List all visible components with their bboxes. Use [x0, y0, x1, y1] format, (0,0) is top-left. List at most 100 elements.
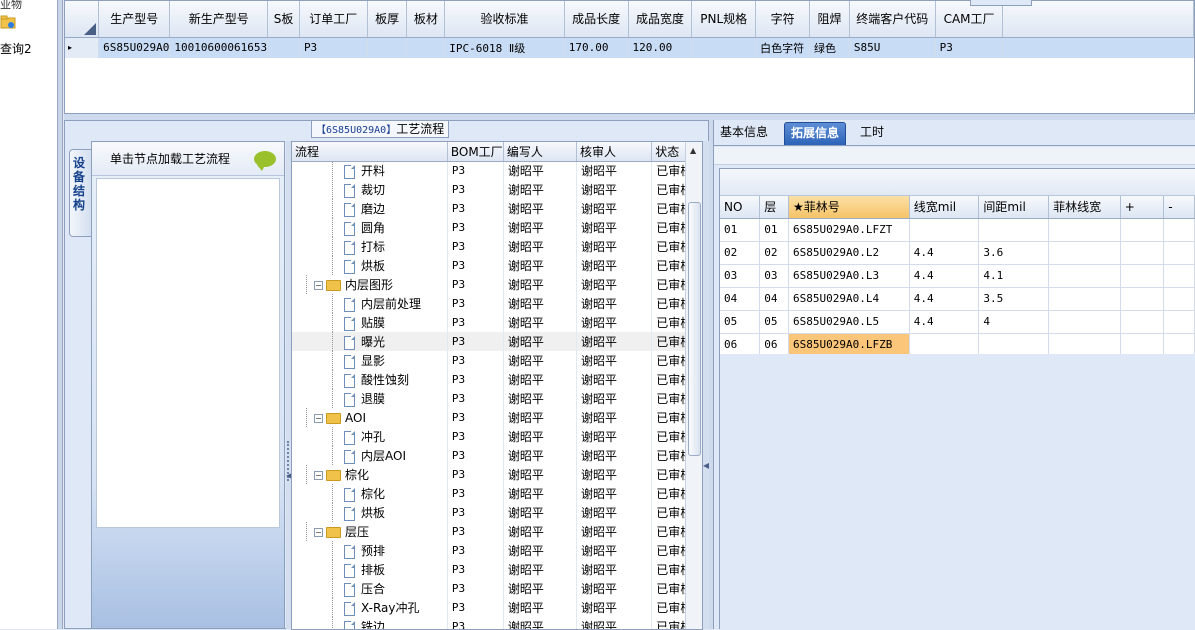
table-cell[interactable]: P3 — [447, 427, 503, 446]
column-header[interactable]: 终端客户代码 — [849, 1, 935, 37]
table-cell[interactable]: 6S85U029A0.LFZB — [789, 333, 910, 356]
table-cell[interactable]: 4 — [979, 310, 1049, 333]
tree-row[interactable]: 烘板P3谢昭平谢昭平已审核 — [292, 503, 702, 522]
tree-row[interactable]: 铣边P3谢昭平谢昭平已审核 — [292, 617, 702, 630]
tab-0[interactable]: 基本信息 — [714, 122, 774, 145]
table-cell[interactable]: 谢昭平 — [577, 503, 652, 522]
column-header[interactable]: CAM工厂 — [935, 1, 1003, 37]
table-cell[interactable]: 06 — [720, 333, 760, 356]
table-cell[interactable] — [1164, 287, 1195, 310]
table-cell[interactable]: 谢昭平 — [503, 237, 576, 256]
table-cell[interactable] — [1120, 264, 1164, 287]
tree-scrollbar[interactable]: ▲ — [685, 142, 702, 630]
table-cell[interactable]: 4.4 — [909, 264, 979, 287]
comment-bubble-icon[interactable] — [254, 151, 276, 167]
table-cell[interactable]: 谢昭平 — [577, 522, 652, 541]
table-row[interactable]: 03036S85U029A0.L34.44.1 — [720, 264, 1195, 287]
table-cell[interactable]: 01 — [760, 218, 789, 241]
tree-row[interactable]: 圆角P3谢昭平谢昭平已审核 — [292, 218, 702, 237]
table-cell[interactable]: P3 — [447, 218, 503, 237]
table-cell[interactable]: P3 — [447, 294, 503, 313]
table-cell[interactable]: 谢昭平 — [577, 427, 652, 446]
tree-row[interactable]: 烘板P3谢昭平谢昭平已审核 — [292, 256, 702, 275]
tree-node[interactable]: 排板 — [292, 560, 447, 579]
table-cell[interactable]: 谢昭平 — [503, 180, 576, 199]
table-row[interactable]: 04046S85U029A0.L44.43.5 — [720, 287, 1195, 310]
column-header[interactable]: S板 — [268, 1, 300, 37]
table-cell[interactable]: 06 — [760, 333, 789, 356]
column-header[interactable]: 板材 — [407, 1, 445, 37]
column-header[interactable]: 成品宽度 — [628, 1, 692, 37]
column-header[interactable]: 板厚 — [367, 1, 407, 37]
tree-node[interactable]: −AOI — [292, 408, 447, 427]
table-cell[interactable]: 谢昭平 — [577, 560, 652, 579]
table-cell[interactable]: 120.00 — [628, 37, 692, 58]
tree-row[interactable]: 曝光P3谢昭平谢昭平已审核 — [292, 332, 702, 351]
scroll-up-icon[interactable]: ▲ — [690, 146, 696, 155]
table-cell[interactable]: P3 — [447, 408, 503, 427]
table-row[interactable]: 01016S85U029A0.LFZT — [720, 218, 1195, 241]
tree-row[interactable]: −AOIP3谢昭平谢昭平已审核 — [292, 408, 702, 427]
table-cell[interactable]: 谢昭平 — [503, 218, 576, 237]
table-cell[interactable]: 谢昭平 — [577, 484, 652, 503]
table-cell[interactable]: P3 — [447, 465, 503, 484]
grid-corner[interactable] — [65, 1, 99, 37]
table-cell[interactable] — [1120, 310, 1164, 333]
table-cell[interactable]: 10010600061653 — [170, 37, 268, 58]
column-header[interactable]: 线宽mil — [909, 196, 979, 218]
table-row[interactable]: 05056S85U029A0.L54.44 — [720, 310, 1195, 333]
table-cell[interactable]: P3 — [447, 522, 503, 541]
table-cell[interactable]: 谢昭平 — [577, 180, 652, 199]
tree-row[interactable]: 裁切P3谢昭平谢昭平已审核 — [292, 180, 702, 199]
table-cell[interactable] — [1049, 218, 1121, 241]
tree-node[interactable]: 裁切 — [292, 180, 447, 199]
table-cell[interactable]: P3 — [447, 256, 503, 275]
column-header[interactable]: 层 — [760, 196, 789, 218]
table-cell[interactable]: P3 — [447, 370, 503, 389]
tree-node[interactable]: 铣边 — [292, 617, 447, 630]
tree-row[interactable]: X-Ray冲孔P3谢昭平谢昭平已审核 — [292, 598, 702, 617]
table-cell[interactable]: 谢昭平 — [503, 275, 576, 294]
column-header[interactable]: 订单工厂 — [299, 1, 367, 37]
tree-row[interactable]: 开料P3谢昭平谢昭平已审核 — [292, 161, 702, 180]
tab-equipment-structure[interactable]: 设备结构 — [69, 149, 91, 237]
sidebar-splitter[interactable] — [58, 0, 63, 629]
tree-row[interactable]: 内层前处理P3谢昭平谢昭平已审核 — [292, 294, 702, 313]
table-cell[interactable]: 谢昭平 — [577, 161, 652, 180]
tree-row[interactable]: 压合P3谢昭平谢昭平已审核 — [292, 579, 702, 598]
table-cell[interactable]: 谢昭平 — [577, 370, 652, 389]
table-cell[interactable]: 谢昭平 — [577, 389, 652, 408]
table-cell[interactable]: 6S85U029A0.L3 — [789, 264, 910, 287]
table-cell[interactable]: 6S85U029A0.L4 — [789, 287, 910, 310]
table-cell[interactable] — [1164, 310, 1195, 333]
column-header[interactable]: 流程 — [292, 142, 447, 161]
tree-row[interactable]: 退膜P3谢昭平谢昭平已审核 — [292, 389, 702, 408]
column-header[interactable]: BOM工厂 — [447, 142, 503, 161]
tree-node[interactable]: 压合 — [292, 579, 447, 598]
table-cell[interactable]: P3 — [935, 37, 1003, 58]
tree-row[interactable]: 磨边P3谢昭平谢昭平已审核 — [292, 199, 702, 218]
column-header[interactable]: 阻焊 — [810, 1, 850, 37]
tree-row[interactable]: −层压P3谢昭平谢昭平已审核 — [292, 522, 702, 541]
table-cell[interactable]: 谢昭平 — [577, 237, 652, 256]
table-cell[interactable]: 谢昭平 — [577, 579, 652, 598]
tree-row[interactable]: 棕化P3谢昭平谢昭平已审核 — [292, 484, 702, 503]
table-cell[interactable]: P3 — [447, 541, 503, 560]
table-cell[interactable]: S85U — [849, 37, 935, 58]
table-cell[interactable]: 4.4 — [909, 310, 979, 333]
table-cell[interactable]: P3 — [447, 579, 503, 598]
table-cell[interactable]: 谢昭平 — [577, 275, 652, 294]
column-header[interactable]: 生产型号 — [99, 1, 170, 37]
table-cell[interactable]: 谢昭平 — [503, 465, 576, 484]
table-cell[interactable]: 谢昭平 — [503, 617, 576, 630]
table-cell[interactable]: P3 — [447, 446, 503, 465]
table-cell[interactable] — [1049, 333, 1121, 356]
table-cell[interactable]: 04 — [760, 287, 789, 310]
table-cell[interactable]: 04 — [720, 287, 760, 310]
table-cell[interactable]: IPC-6018 Ⅱ级 — [445, 37, 564, 58]
tree-node[interactable]: 退膜 — [292, 389, 447, 408]
table-row[interactable]: ▸ 6S85U029A010010600061653P3IPC-6018 Ⅱ级1… — [65, 37, 1194, 58]
tree-row[interactable]: 显影P3谢昭平谢昭平已审核 — [292, 351, 702, 370]
column-header[interactable]: 编写人 — [503, 142, 576, 161]
tree-node[interactable]: −内层图形 — [292, 275, 447, 294]
